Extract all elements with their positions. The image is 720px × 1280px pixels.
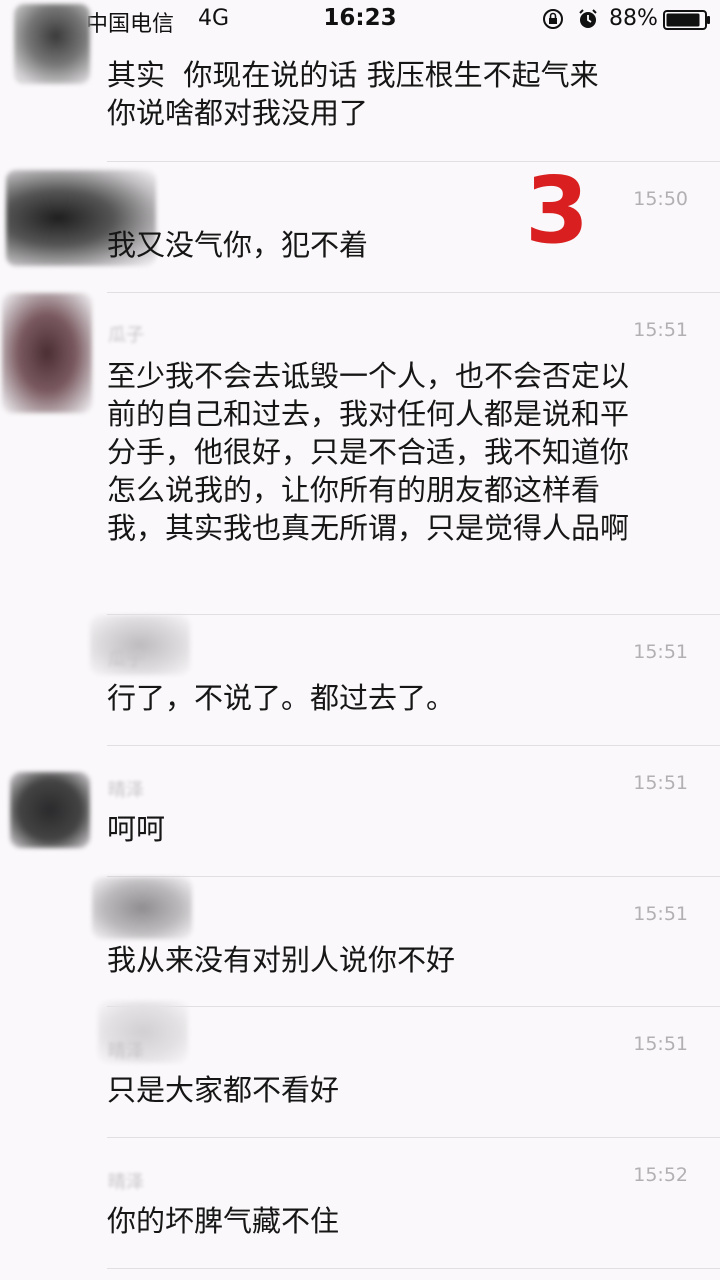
message-text: 呵呵 [107,812,166,846]
message-text: 我从来没有对别人说你不好 [107,943,456,977]
avatar[interactable] [14,4,90,84]
avatar[interactable] [2,293,92,413]
message-item: 瓜子 15:51 至少我不会去诋毁一个人，也不会否定以前的自己和过去，我对任何人… [0,293,720,613]
message-text: 至少我不会去诋毁一个人，也不会否定以前的自己和过去，我对任何人都是说和平分手，他… [107,359,630,545]
message-item: 15:51 我从来没有对别人说你不好 [0,877,720,1007]
message-text: 只是大家都不看好 [107,1073,340,1107]
message-timestamp: 15:52 [633,1164,688,1186]
avatar[interactable] [10,772,90,848]
chat-screen: 中国电信 4G 16:23 88% 其实 你现在说的话 我压根生不起气来 你说啥… [0,0,720,1280]
message-text: 你的坏脾气藏不住 [107,1204,340,1238]
divider [107,1268,720,1269]
message-item: 晴泽 15:51 只是大家都不看好 [0,1001,720,1137]
annotation-number: 3 [525,157,590,264]
sender-name: 晴泽 [108,1172,144,1193]
message-text: 行了，不说了。都过去了。 [107,681,456,715]
message-item: 晴泽 15:52 你的坏脾气藏不住 [0,1138,720,1280]
message-item: 瓜子 15:51 行了，不说了。都过去了。 [0,615,720,745]
message-item: 晴泽 15:51 呵呵 [0,746,720,876]
message-item: 其实 你现在说的话 我压根生不起气来 你说啥都对我没用了 [0,0,720,160]
message-timestamp: 15:51 [633,1033,688,1055]
sender-name: 瓜子 [108,325,144,346]
message-timestamp: 15:51 [633,772,688,794]
message-text: 其实 你现在说的话 我压根生不起气来 你说啥都对我没用了 [107,58,599,130]
message-timestamp: 15:51 [633,903,688,925]
message-timestamp: 15:51 [633,319,688,341]
message-item: 15:50 我又没气你，犯不着 [0,162,720,292]
sender-name: 晴泽 [108,1041,144,1062]
sender-name: 晴泽 [108,780,144,801]
message-timestamp: 15:51 [633,641,688,663]
avatar[interactable] [92,877,192,939]
message-timestamp: 15:50 [633,188,688,210]
sender-name: 瓜子 [108,649,144,670]
